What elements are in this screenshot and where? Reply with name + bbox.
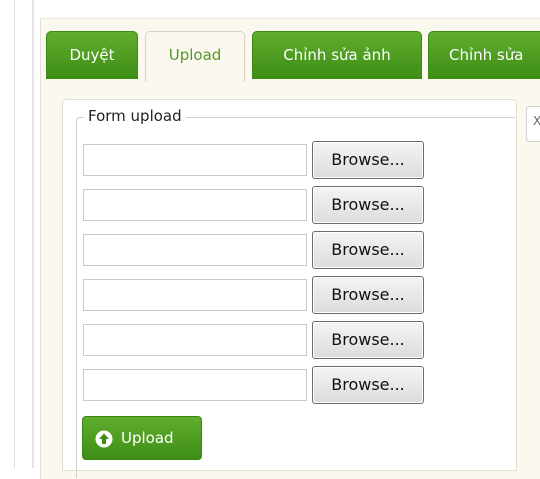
browse-button[interactable]: Browse... <box>312 366 424 404</box>
file-path-input[interactable] <box>83 324 307 356</box>
upload-button[interactable]: Upload <box>82 416 202 460</box>
browse-button[interactable]: Browse... <box>312 141 424 179</box>
browse-button[interactable]: Browse... <box>312 186 424 224</box>
tab-edit[interactable]: Chỉnh sửa <box>428 31 540 79</box>
side-tab-glyph: X <box>533 114 540 128</box>
tab-upload[interactable]: Upload <box>145 31 245 82</box>
left-divider <box>14 0 15 468</box>
side-panel-tab[interactable]: X <box>526 106 540 142</box>
tab-label: Chỉnh sửa <box>449 46 524 64</box>
browse-button[interactable]: Browse... <box>312 321 424 359</box>
tab-edit-image[interactable]: Chỉnh sửa ảnh <box>252 31 422 79</box>
browse-button[interactable]: Browse... <box>312 231 424 269</box>
circle-arrow-up-icon <box>95 430 113 448</box>
browse-button[interactable]: Browse... <box>312 276 424 314</box>
form-legend: Form upload <box>84 107 186 125</box>
upload-button-label: Upload <box>121 429 174 447</box>
tab-label: Upload <box>168 46 222 64</box>
tab-browse[interactable]: Duyệt <box>46 31 138 79</box>
file-path-input[interactable] <box>83 234 307 266</box>
file-path-input[interactable] <box>83 279 307 311</box>
file-path-input[interactable] <box>83 144 307 176</box>
tab-label: Duyệt <box>69 46 115 64</box>
file-path-input[interactable] <box>83 369 307 401</box>
file-path-input[interactable] <box>83 189 307 221</box>
tab-label: Chỉnh sửa ảnh <box>283 46 391 64</box>
left-divider-inner <box>32 0 34 468</box>
